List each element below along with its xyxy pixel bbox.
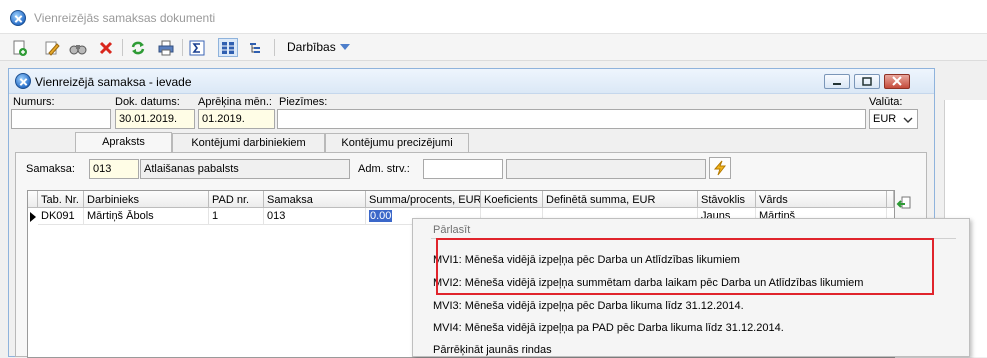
adm-strv-code-field[interactable] <box>423 159 503 179</box>
numurs-label: Numurs: <box>13 96 55 108</box>
window-logo-icon <box>15 73 31 89</box>
close-button[interactable] <box>884 74 910 89</box>
edit-button[interactable] <box>42 38 62 57</box>
delete-button[interactable] <box>96 38 116 57</box>
sigma-icon <box>189 40 205 55</box>
minimize-icon <box>833 83 841 85</box>
aprekina-label: Aprēķina mēn.: <box>198 96 272 108</box>
valuta-value: EUR <box>873 113 897 125</box>
menu-item-mvi4[interactable]: MVI4: Mēneša vidējā izpeļņa pa PAD pēc D… <box>433 322 784 334</box>
samaksa-name-field: Atlaišanas pabalsts <box>140 159 350 179</box>
column-header[interactable]: Summa/procents, EUR <box>366 191 481 208</box>
toolbar-separator <box>122 39 123 56</box>
maximize-icon <box>862 77 872 86</box>
pencil-icon <box>45 41 60 56</box>
table-cell[interactable]: 013 <box>264 208 366 225</box>
delete-x-icon <box>99 41 113 54</box>
piezimes-label: Piezīmes: <box>279 96 328 108</box>
tree-list-icon <box>250 42 260 53</box>
import-arrow-icon <box>896 196 911 209</box>
inner-title-bar: Vienreizējā samaksa - ievade <box>9 69 934 94</box>
actions-menu-label: Darbības <box>287 40 336 54</box>
valuta-select[interactable]: EUR <box>869 109 918 129</box>
samaksa-label: Samaksa: <box>26 163 75 175</box>
current-row-indicator-icon <box>30 212 36 222</box>
menu-item-parrekinat[interactable]: Pārrēķināt jaunās rindas <box>433 344 552 356</box>
menu-item-mvi3[interactable]: MVI3: Mēneša vidējā izpeļņa pēc Darba li… <box>433 300 744 312</box>
valuta-label: Valūta: <box>869 96 903 108</box>
outer-title-bar: Vienreizējās samaksas dokumenti <box>0 0 987 34</box>
adm-strv-name-field <box>506 159 706 179</box>
chevron-down-icon <box>903 117 913 123</box>
column-header[interactable]: Definētā summa, EUR <box>543 191 698 208</box>
selected-text[interactable]: 0.00 <box>369 210 393 222</box>
close-icon <box>892 76 902 86</box>
outer-window-title: Vienreizējās samaksas dokumenti <box>34 11 216 25</box>
columns-icon <box>222 41 234 54</box>
dropdown-arrow-icon <box>339 44 350 50</box>
column-header[interactable]: Darbinieks <box>84 191 209 208</box>
column-header[interactable]: Tab. Nr. <box>38 191 84 208</box>
sum-button[interactable] <box>187 38 207 57</box>
import-button[interactable] <box>893 193 915 213</box>
table-cell[interactable]: 1 <box>209 208 264 225</box>
actions-menu-button[interactable]: Darbības <box>287 40 350 54</box>
print-button[interactable] <box>156 38 176 57</box>
highlight-annotation-box <box>436 238 934 295</box>
new-document-icon <box>13 40 27 56</box>
menu-item-parlasit[interactable]: Pārlasīt <box>433 224 470 236</box>
toolbar-separator <box>182 39 183 56</box>
adm-strv-label: Adm. strv.: <box>358 163 410 175</box>
printer-icon <box>158 40 174 55</box>
column-header[interactable]: Stāvoklis <box>698 191 756 208</box>
inner-window-title: Vienreizējā samaksa - ievade <box>35 75 192 89</box>
table-cell[interactable]: DK091 <box>38 208 84 225</box>
minimize-button[interactable] <box>824 74 850 89</box>
dok-datums-field[interactable]: 30.01.2019. <box>115 109 195 129</box>
piezimes-field[interactable] <box>277 109 866 129</box>
table-cell[interactable]: Mārtiņš Ābols <box>84 208 209 225</box>
new-document-button[interactable] <box>10 38 30 57</box>
dok-datums-label: Dok. datums: <box>115 96 180 108</box>
tab-apraksts[interactable]: Apraksts <box>75 132 172 153</box>
binoculars-icon <box>69 44 87 54</box>
lightning-icon <box>713 160 727 176</box>
toolbar-separator <box>274 39 275 56</box>
maximize-button[interactable] <box>854 74 880 89</box>
column-header[interactable]: Samaksa <box>264 191 366 208</box>
toolbar: Darbības <box>0 34 987 61</box>
apply-button[interactable] <box>709 157 731 179</box>
column-header[interactable]: Vārds <box>756 191 887 208</box>
refresh-icon <box>131 41 145 54</box>
columns-button[interactable] <box>218 38 238 57</box>
tab-kontejumi-darbiniekiem[interactable]: Kontējumi darbiniekiem <box>172 133 325 152</box>
refresh-button[interactable] <box>128 38 148 57</box>
samaksa-code-field[interactable]: 013 <box>89 159 139 179</box>
numurs-field[interactable] <box>11 109 111 129</box>
column-header[interactable]: Koeficients <box>481 191 543 208</box>
column-header[interactable]: PAD nr. <box>209 191 264 208</box>
view-button[interactable] <box>68 38 88 57</box>
grid-corner <box>28 191 38 208</box>
tab-kontejumu-precizejumi[interactable]: Kontējumu precizējumi <box>325 133 469 152</box>
tree-button[interactable] <box>246 38 266 57</box>
app-logo-icon <box>10 10 26 26</box>
aprekina-field[interactable]: 01.2019. <box>198 109 275 129</box>
